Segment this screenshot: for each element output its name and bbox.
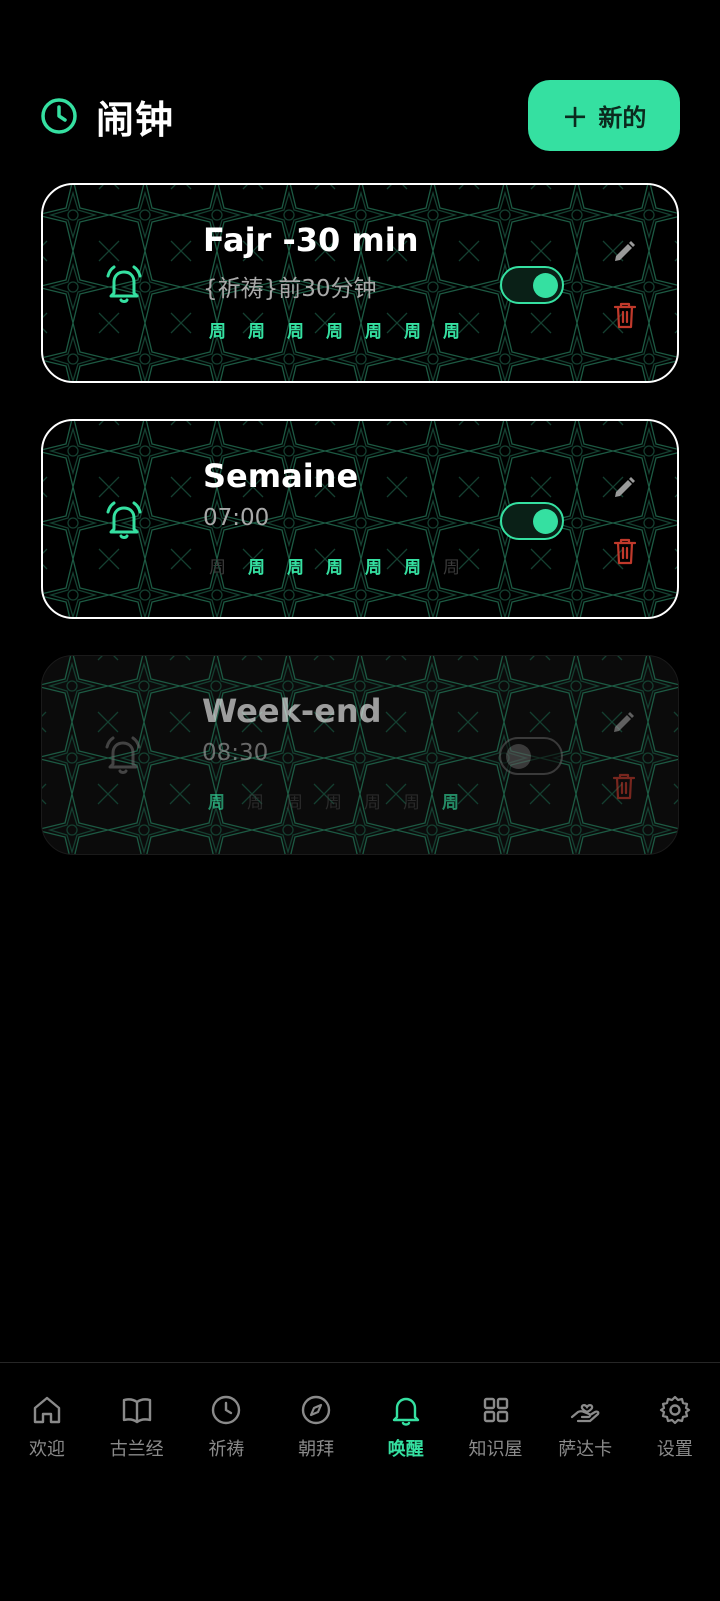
clock-icon [41, 98, 77, 134]
nav-item-2[interactable]: 祈祷 [181, 1393, 271, 1461]
day-chip[interactable]: 周 [248, 553, 287, 578]
nav-item-4[interactable]: 唤醒 [361, 1393, 451, 1461]
nav-label: 朝拜 [298, 1439, 335, 1460]
bottom-nav: 欢迎 古兰经 祈祷 朝拜 唤醒 知识屋 萨达卡 设置 [0, 1362, 720, 1601]
alarm-title: Semaine [203, 457, 359, 495]
day-chip[interactable]: 周 [443, 553, 482, 578]
day-chip[interactable]: 周 [326, 553, 365, 578]
hand-heart-icon [571, 1404, 600, 1423]
trash-icon[interactable] [613, 301, 637, 329]
pencil-icon[interactable] [611, 239, 637, 265]
nav-item-7[interactable]: 设置 [630, 1393, 720, 1461]
alarm-card[interactable]: Semaine 07:00 周周周周周周周 [41, 419, 679, 619]
nav-label: 设置 [656, 1439, 693, 1460]
nav-item-1[interactable]: 古兰经 [92, 1393, 182, 1461]
weekday-selector: 周周周周周周周 [209, 553, 482, 578]
nav-label: 唤醒 [387, 1439, 424, 1460]
alarm-title: Fajr -30 min [203, 221, 419, 259]
pencil-icon[interactable] [610, 710, 636, 736]
trash-icon[interactable] [612, 772, 636, 800]
alarm-title: Week-end [202, 692, 382, 730]
gear-icon [659, 1395, 690, 1425]
day-chip[interactable]: 周 [209, 553, 248, 578]
compass-icon [301, 1395, 331, 1425]
page-title: 闹钟 [96, 97, 175, 142]
bell-icon [392, 1397, 419, 1426]
day-chip[interactable]: 周 [326, 317, 365, 342]
day-chip[interactable]: 周 [442, 788, 481, 813]
alarm-toggle[interactable] [499, 737, 563, 775]
plus-icon: + [561, 96, 589, 135]
nav-label: 萨达卡 [558, 1439, 613, 1460]
day-chip[interactable]: 周 [365, 553, 404, 578]
weekday-selector: 周周周周周周周 [208, 788, 481, 813]
trash-icon[interactable] [613, 537, 637, 565]
alarm-card[interactable]: Week-end 08:30 周周周周周周周 [41, 655, 679, 855]
toggle-knob [506, 744, 531, 769]
nav-label: 祈祷 [208, 1439, 245, 1460]
alarm-bell-icon [105, 736, 141, 774]
toggle-knob [533, 509, 558, 534]
alarm-bell-icon [106, 265, 142, 303]
alarm-bell-icon [106, 501, 142, 539]
day-chip[interactable]: 周 [208, 788, 247, 813]
nav-item-3[interactable]: 朝拜 [271, 1393, 361, 1461]
pencil-icon[interactable] [611, 475, 637, 501]
day-chip[interactable]: 周 [404, 317, 443, 342]
day-chip[interactable]: 周 [404, 553, 443, 578]
new-alarm-label: 新的 [598, 104, 647, 132]
alarm-subtitle: 08:30 [202, 740, 269, 766]
alarm-toggle[interactable] [500, 266, 564, 304]
home-icon [33, 1396, 61, 1424]
alarm-card[interactable]: Fajr -30 min {祈祷}前30分钟 周周周周周周周 [41, 183, 679, 383]
nav-label: 古兰经 [109, 1439, 164, 1460]
day-chip[interactable]: 周 [287, 317, 326, 342]
page-header: 闹钟 [40, 92, 174, 142]
nav-label: 知识屋 [468, 1439, 523, 1460]
new-alarm-button[interactable]: + 新的 [528, 80, 680, 151]
day-chip[interactable]: 周 [325, 788, 364, 813]
day-chip[interactable]: 周 [443, 317, 482, 342]
book-icon [122, 1398, 151, 1424]
nav-label: 欢迎 [29, 1439, 65, 1460]
day-chip[interactable]: 周 [248, 317, 287, 342]
alarm-subtitle: {祈祷}前30分钟 [203, 276, 377, 302]
day-chip[interactable]: 周 [403, 788, 442, 813]
day-chip[interactable]: 周 [209, 317, 248, 342]
nav-item-5[interactable]: 知识屋 [451, 1393, 541, 1461]
day-chip[interactable]: 周 [364, 788, 403, 813]
day-chip[interactable]: 周 [287, 553, 326, 578]
weekday-selector: 周周周周周周周 [209, 317, 482, 342]
nav-item-6[interactable]: 萨达卡 [540, 1393, 630, 1461]
day-chip[interactable]: 周 [286, 788, 325, 813]
nav-item-0[interactable]: 欢迎 [2, 1393, 92, 1461]
grid-icon [483, 1397, 508, 1423]
day-chip[interactable]: 周 [247, 788, 286, 813]
toggle-knob [533, 273, 558, 298]
clock-icon [212, 1395, 241, 1425]
day-chip[interactable]: 周 [365, 317, 404, 342]
alarm-subtitle: 07:00 [203, 505, 270, 531]
alarm-toggle[interactable] [500, 502, 564, 540]
